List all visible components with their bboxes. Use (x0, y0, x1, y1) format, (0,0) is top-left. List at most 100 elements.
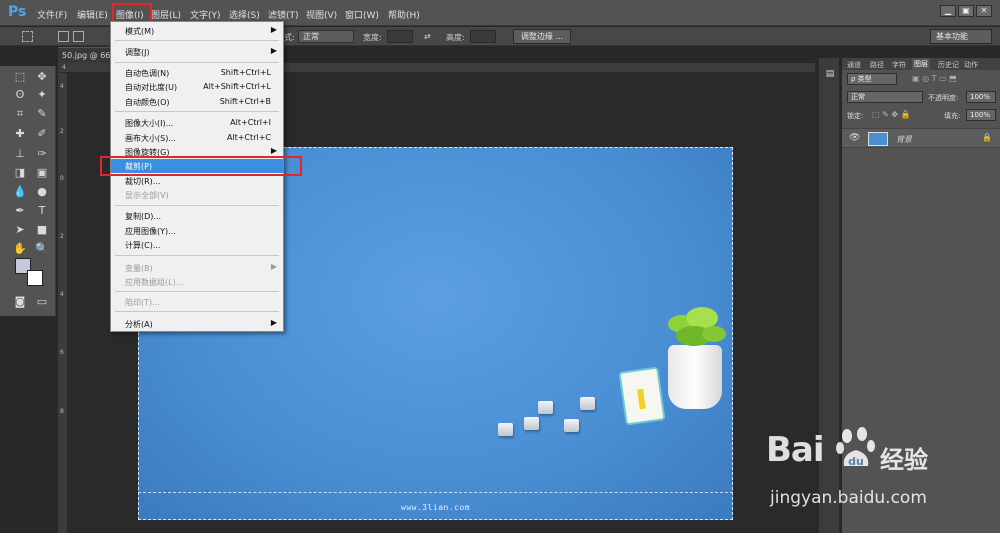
menu-separator (115, 205, 279, 206)
lock-icons[interactable]: ⬚ ✎ ✥ 🔒 (872, 110, 932, 119)
hand-icon[interactable]: ✋ (12, 241, 28, 257)
tab-character[interactable]: 字符 (892, 60, 906, 70)
menu-window[interactable]: 窗口(W) (345, 8, 379, 21)
baidu-paw-icon: du (836, 427, 875, 468)
menu-separator (115, 255, 279, 256)
menu-separator (115, 62, 279, 63)
ps-logo: Ps (8, 4, 27, 20)
filter-icons[interactable]: ▣ ◎ T ▭ ⬒ (912, 74, 1000, 83)
history-panel-icon[interactable]: ▤ (822, 66, 838, 82)
ruler-number: 2 (60, 233, 64, 240)
style-select[interactable]: 正常 (298, 30, 354, 43)
photoshop-window: Ps 文件(F) 编辑(E) 图像(I) 图层(L) 文字(Y) 选择(S) 滤… (0, 0, 1000, 533)
workspace-select[interactable]: 基本功能 (930, 29, 992, 44)
eraser-icon[interactable]: ◨ (12, 165, 28, 181)
height-input[interactable] (470, 30, 496, 43)
visibility-eye-icon[interactable]: 👁 (849, 133, 863, 143)
crop-icon[interactable]: ⌗ (12, 106, 28, 122)
layer-name: 背景 (896, 135, 912, 144)
menu-type[interactable]: 文字(Y) (190, 8, 221, 21)
vertical-ruler: 4 2 0 2 4 6 8 (58, 73, 68, 533)
layer-thumbnail (868, 132, 888, 146)
style-label: 式: (284, 33, 295, 42)
menu-layer[interactable]: 图层(L) (151, 8, 181, 21)
dodge-icon[interactable]: ● (34, 184, 50, 200)
menu-select[interactable]: 选择(S) (229, 8, 260, 21)
menu-edit[interactable]: 编辑(E) (77, 8, 108, 21)
menu-item-adjustments[interactable]: 调整(J) ▶ (111, 45, 283, 59)
menu-item-auto-color[interactable]: 自动颜色(O) Shift+Ctrl+B (111, 95, 283, 109)
new-selection-icon[interactable] (58, 31, 69, 42)
layer-filter-select[interactable]: ρ 类型 (847, 73, 897, 85)
move-icon[interactable]: ✥ (34, 69, 50, 85)
add-selection-icon[interactable] (73, 31, 84, 42)
tab-layers[interactable]: 图层 (912, 58, 930, 70)
menu-item-image-size[interactable]: 图像大小(I)... Alt+Ctrl+I (111, 116, 283, 130)
eyedropper-icon[interactable]: ✎ (34, 106, 50, 122)
menu-filter[interactable]: 滤镜(T) (268, 8, 299, 21)
menu-file[interactable]: 文件(F) (37, 8, 67, 21)
menu-item-apply-image[interactable]: 应用图像(Y)... (111, 224, 283, 238)
document-tab[interactable]: 50.jpg @ 66 (58, 47, 116, 63)
zoom-icon[interactable]: 🔍 (34, 241, 50, 257)
ruler-number: 6 (60, 349, 64, 356)
baidu-logo-text: Bai (766, 430, 825, 470)
layer-lock-icon: 🔒 (982, 133, 992, 142)
gradient-icon[interactable]: ▣ (34, 165, 50, 181)
clone-stamp-icon[interactable]: ⊥ (12, 146, 28, 162)
refine-edge-button[interactable]: 调整边缘 ... (513, 29, 571, 44)
layer-row-background[interactable]: 👁 背景 🔒 (842, 128, 1000, 148)
type-icon[interactable]: T (34, 203, 50, 219)
blend-mode-select[interactable]: 正常 (847, 91, 923, 103)
path-selection-icon[interactable]: ➤ (12, 222, 28, 238)
blur-icon[interactable]: 💧 (12, 184, 28, 200)
ruler-number: 0 (60, 175, 64, 182)
quick-mask-icon[interactable]: ◙ (12, 294, 28, 310)
submenu-arrow-icon: ▶ (270, 146, 277, 155)
menu-separator (115, 111, 279, 112)
menu-item-auto-contrast[interactable]: 自动对比度(U) Alt+Shift+Ctrl+L (111, 80, 283, 94)
marquee-tool-icon[interactable] (22, 31, 33, 42)
image-menu-dropdown: 模式(M) ▶ 调整(J) ▶ 自动色调(N) Shift+Ctrl+L 自动对比度(… (110, 21, 284, 332)
history-brush-icon[interactable]: ✑ (34, 146, 50, 162)
tab-paths[interactable]: 路径 (870, 60, 884, 70)
close-button[interactable]: ✕ (976, 5, 992, 17)
tab-channels[interactable]: 通道 (847, 60, 861, 70)
menu-item-variables: 变量(B) ▶ (125, 262, 277, 273)
fill-input[interactable]: 100% (966, 109, 996, 121)
lasso-icon[interactable]: ʘ (12, 87, 28, 103)
menu-item-duplicate[interactable]: 复制(D)... (111, 209, 283, 223)
background-color-swatch[interactable] (27, 270, 43, 286)
opacity-input[interactable]: 100% (966, 91, 996, 103)
menu-item-mode[interactable]: 模式(M) ▶ (111, 24, 283, 38)
marquee-icon[interactable]: ⬚ (12, 69, 28, 85)
magic-wand-icon[interactable]: ✦ (34, 87, 50, 103)
menu-separator (115, 311, 279, 312)
width-label: 宽度: (363, 33, 382, 42)
crop-highlight-box (100, 156, 302, 176)
restore-button[interactable]: ▣ (958, 5, 974, 17)
menu-view[interactable]: 视图(V) (306, 8, 337, 21)
menu-item-trap: 陷印(T)... (125, 298, 160, 307)
menu-item-trim[interactable]: 裁切(R)... (111, 174, 283, 188)
brush-icon[interactable]: ✐ (34, 126, 50, 142)
fill-label: 填充: (944, 112, 961, 120)
height-label: 高度: (446, 33, 465, 42)
menu-item-analysis[interactable]: 分析(A) ▶ (111, 317, 283, 331)
shape-icon[interactable]: ■ (34, 222, 50, 238)
healing-brush-icon[interactable]: ✚ (12, 126, 28, 142)
tab-history[interactable]: 历史记 (938, 60, 959, 70)
swap-icon[interactable]: ⇄ (424, 32, 431, 41)
menu-item-auto-tone[interactable]: 自动色调(N) Shift+Ctrl+L (111, 66, 283, 80)
menu-help[interactable]: 帮助(H) (388, 8, 420, 21)
pen-icon[interactable]: ✒ (12, 203, 28, 219)
ruler-number: 4 (60, 291, 64, 298)
width-input[interactable] (387, 30, 413, 43)
menu-item-calculations[interactable]: 计算(C)... (111, 238, 283, 252)
screen-mode-icon[interactable]: ▭ (34, 294, 50, 310)
baidu-url-text: jingyan.baidu.com (770, 488, 927, 508)
menu-item-canvas-size[interactable]: 画布大小(S)... Alt+Ctrl+C (111, 131, 283, 145)
minimize-button[interactable]: ▁ (940, 5, 956, 17)
tab-actions[interactable]: 动作 (964, 60, 978, 70)
ruler-number: 4 (60, 83, 64, 90)
